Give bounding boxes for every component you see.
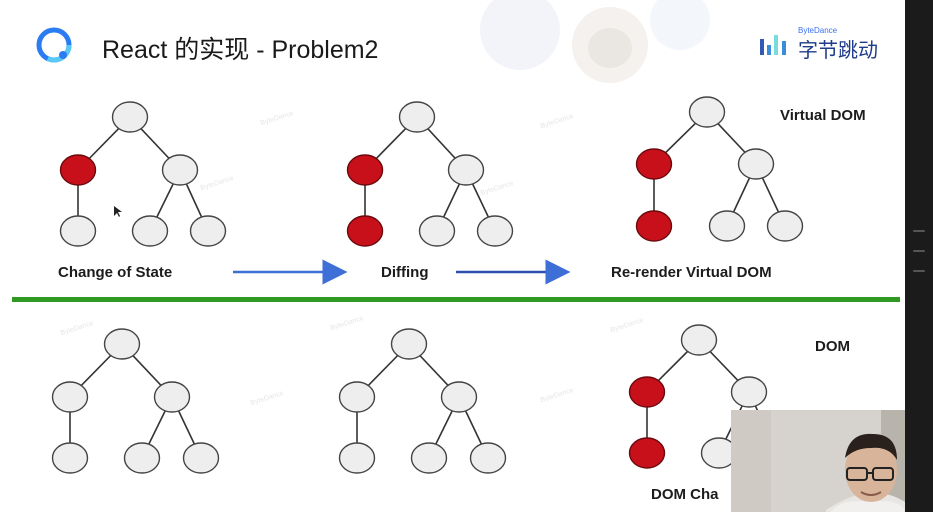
tree-dom-1-node — [103, 328, 141, 360]
tree-dom-2-node — [338, 381, 376, 413]
tree-diffing-node — [447, 154, 485, 186]
mouse-cursor-icon — [114, 206, 122, 217]
tree-change-of-state-changed-node — [59, 154, 97, 186]
tree-change-of-state-node — [59, 215, 97, 247]
tree-change-of-state-node — [131, 215, 169, 247]
tree-dom-changed-node — [680, 324, 718, 356]
tree-diffing-node — [476, 215, 514, 247]
section-divider — [12, 297, 900, 302]
tree-rerender-virtual-dom-node — [688, 96, 726, 128]
tree-diffing-changed-node — [346, 215, 384, 247]
tree-diffing-changed-node — [346, 154, 384, 186]
tree-diffing-node — [398, 101, 436, 133]
dom-change-caption: DOM Cha — [651, 486, 719, 503]
tree-rerender-virtual-dom-node — [708, 210, 746, 242]
tree-rerender-virtual-dom-changed-node — [635, 210, 673, 242]
tree-change-of-state-node — [161, 154, 199, 186]
tree-change-of-state-node — [189, 215, 227, 247]
tree-dom-1-node — [51, 381, 89, 413]
tree-rerender-virtual-dom-node — [766, 210, 804, 242]
tree-diffing-node — [418, 215, 456, 247]
step-label-rerender: Re-render Virtual DOM — [611, 264, 772, 281]
window-right-edge — [905, 0, 933, 512]
tree-rerender-virtual-dom-changed-node — [635, 148, 673, 180]
tree-dom-changed-changed-node — [628, 376, 666, 408]
tree-dom-1-node — [123, 442, 161, 474]
tree-dom-changed-node — [730, 376, 768, 408]
presenter-video-feed — [731, 410, 905, 512]
tree-change-of-state-node — [111, 101, 149, 133]
virtual-dom-section-label: Virtual DOM — [780, 107, 866, 124]
presenter-figure — [731, 410, 905, 512]
tree-rerender-virtual-dom-node — [737, 148, 775, 180]
dom-section-label: DOM — [815, 338, 850, 355]
tree-dom-2-node — [390, 328, 428, 360]
tree-dom-2-node — [410, 442, 448, 474]
tree-dom-2-node — [469, 442, 507, 474]
tree-dom-1-node — [51, 442, 89, 474]
step-label-diffing: Diffing — [381, 264, 429, 281]
slide: React 的实现 - Problem2 ByteDance 字节跳动 Byte… — [0, 0, 905, 512]
tree-dom-changed-changed-node — [628, 437, 666, 469]
tree-dom-2-node — [440, 381, 478, 413]
tree-dom-2-node — [338, 442, 376, 474]
step-label-change-of-state: Change of State — [58, 264, 173, 281]
tree-dom-1-node — [153, 381, 191, 413]
tree-dom-1-node — [182, 442, 220, 474]
